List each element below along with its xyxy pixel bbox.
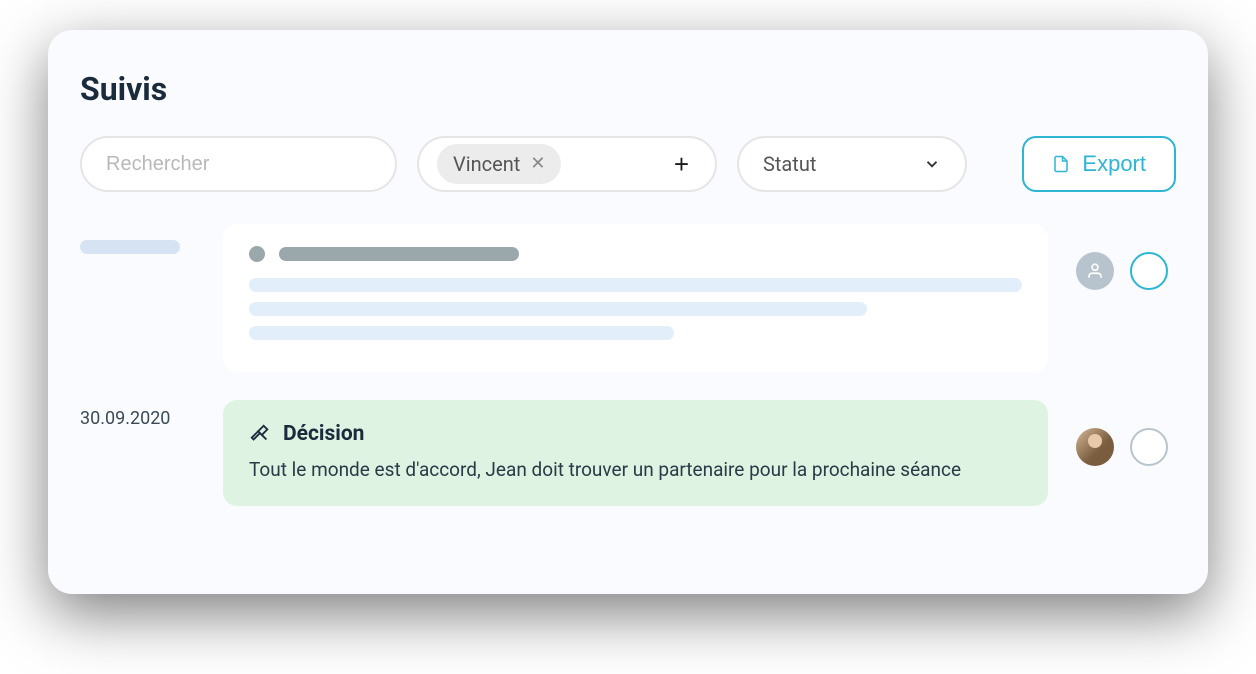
status-select[interactable]: Statut <box>737 136 967 192</box>
row-content-decision: Décision Tout le monde est d'accord, Jea… <box>223 400 1048 506</box>
skeleton-line <box>249 278 1022 292</box>
table-row: 30.09.2020 Décision Tout le monde est d'… <box>80 400 1176 506</box>
skeleton-title-row <box>249 246 1022 262</box>
table-row <box>80 224 1176 372</box>
chevron-down-icon <box>923 155 941 173</box>
decision-header: Décision <box>249 422 1022 446</box>
search-input[interactable] <box>80 136 397 192</box>
decision-body: Tout le monde est d'accord, Jean doit tr… <box>249 456 1022 484</box>
avatar <box>1076 252 1114 290</box>
user-icon <box>1086 262 1104 280</box>
skeleton-title <box>279 247 519 261</box>
filter-chip-label: Vincent <box>453 152 520 176</box>
status-label: Statut <box>763 152 816 176</box>
row-date: 30.09.2020 <box>80 400 195 429</box>
export-label: Export <box>1082 151 1146 177</box>
skeleton-dot <box>249 246 265 262</box>
toolbar: Vincent ✕ + Statut Export <box>80 136 1176 192</box>
remove-chip-icon[interactable]: ✕ <box>530 155 545 173</box>
person-filter[interactable]: Vincent ✕ + <box>417 136 717 192</box>
page-title: Suivis <box>80 70 1176 108</box>
row-actions <box>1076 224 1176 290</box>
skeleton-line <box>249 326 674 340</box>
filter-chip[interactable]: Vincent ✕ <box>437 144 561 184</box>
row-actions <box>1076 400 1176 466</box>
decision-title: Décision <box>283 422 364 446</box>
date-skeleton <box>80 240 180 254</box>
plus-icon: + <box>674 149 689 179</box>
avatar <box>1076 428 1114 466</box>
skeleton-line <box>249 302 867 316</box>
pdf-icon <box>1052 153 1070 175</box>
export-button[interactable]: Export <box>1022 136 1176 192</box>
status-indicator[interactable] <box>1130 252 1168 290</box>
followups-card: Suivis Vincent ✕ + Statut Export <box>48 30 1208 594</box>
row-date <box>80 224 195 254</box>
gavel-icon <box>249 423 271 445</box>
add-filter-button[interactable]: + <box>666 145 697 184</box>
status-indicator[interactable] <box>1130 428 1168 466</box>
row-content-skeleton <box>223 224 1048 372</box>
